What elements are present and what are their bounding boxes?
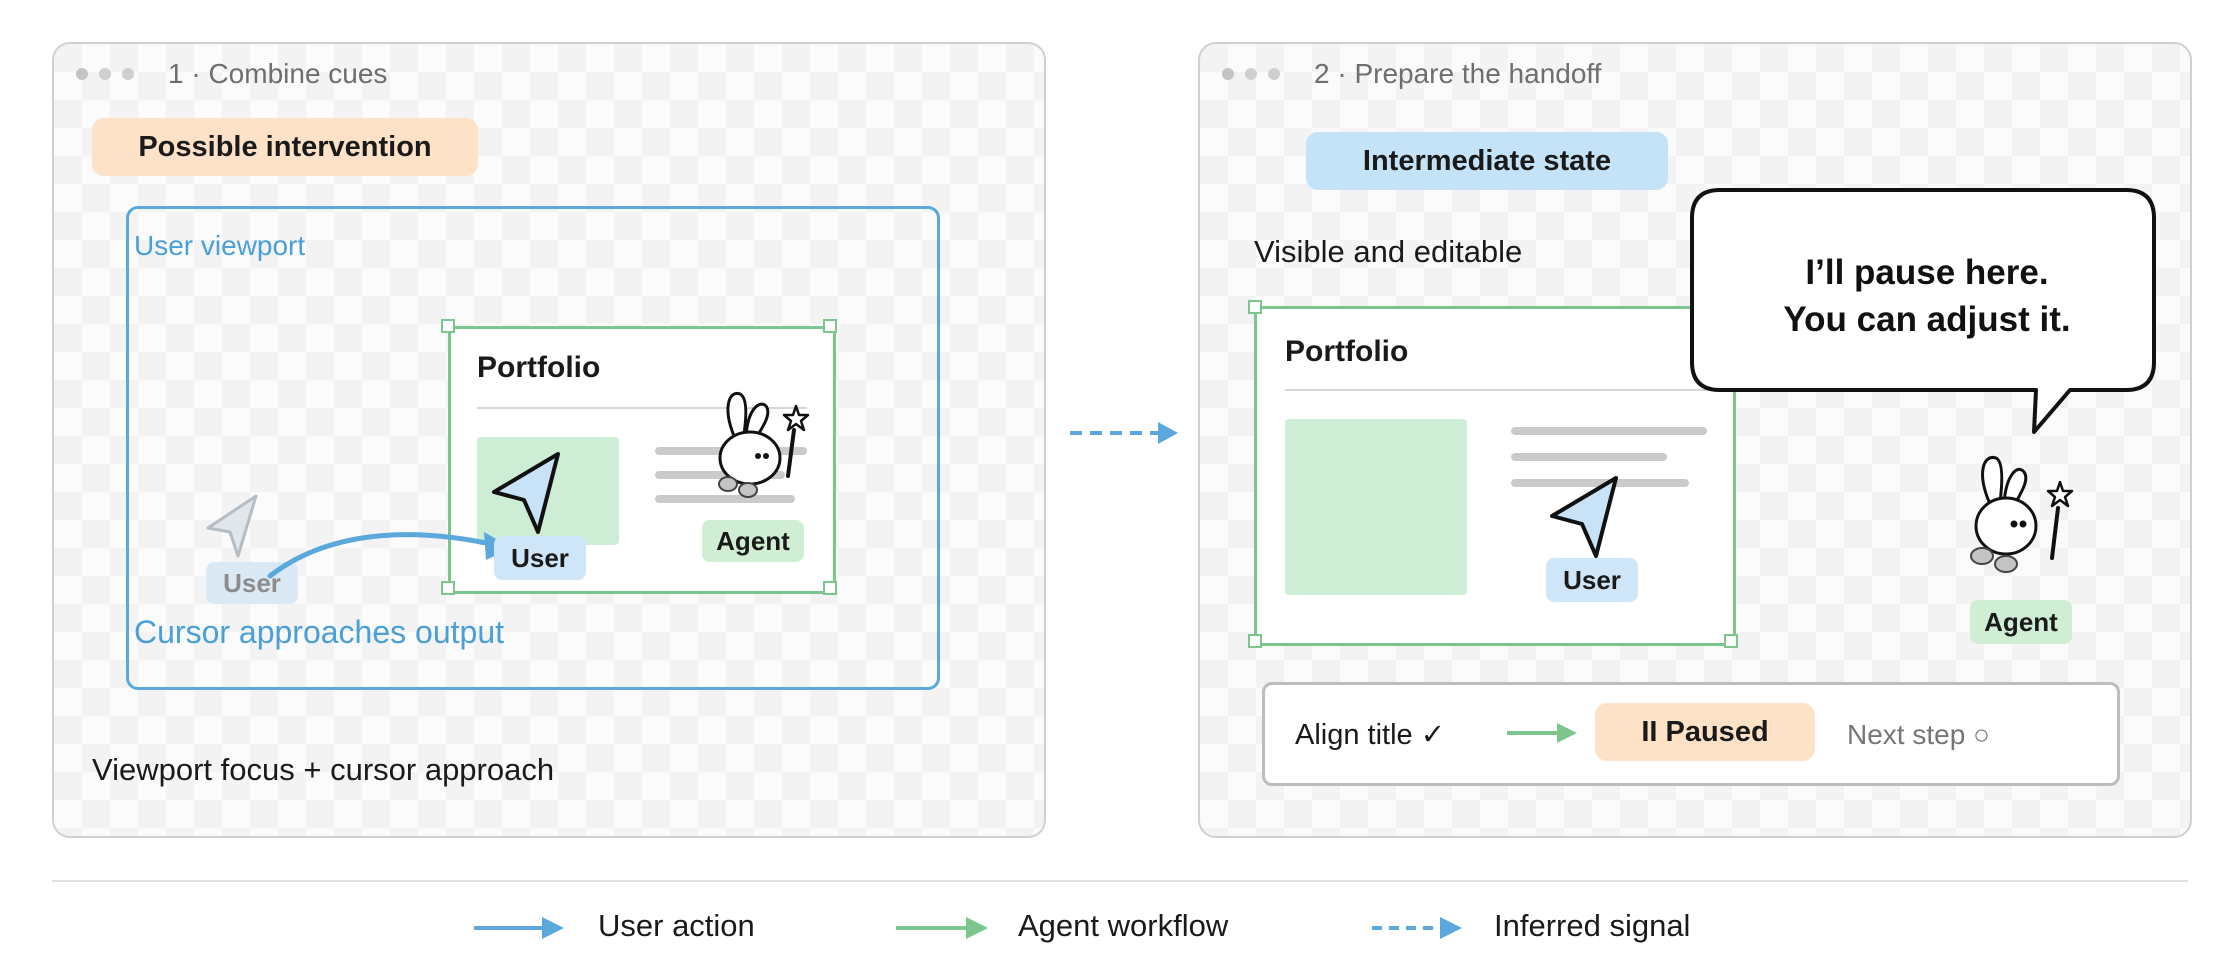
approach-label: Cursor approaches output	[134, 614, 504, 650]
speech-line: I’ll pause here.	[1805, 253, 2049, 292]
resize-handle[interactable]	[1248, 300, 1262, 314]
visible-editable-label: Visible and editable	[1254, 234, 1523, 269]
timeline-arrow	[1507, 723, 1577, 743]
intervention-badge: Possible intervention	[92, 118, 478, 176]
window-dot	[1268, 68, 1280, 80]
user-label: User	[494, 536, 586, 580]
agent-label: Agent	[1970, 600, 2072, 644]
portfolio-card: Portfolio	[1254, 306, 1736, 646]
paused-step-badge[interactable]: II Paused	[1595, 703, 1815, 761]
cursor-icon	[492, 452, 560, 534]
panel-prepare-handoff: 2 · Prepare the handoff Intermediate sta…	[1198, 42, 2192, 838]
user-label: User	[1546, 558, 1638, 602]
legend-agent-workflow: Agent workflow	[1018, 908, 1229, 943]
resize-handle[interactable]	[823, 581, 837, 595]
legend-divider	[52, 880, 2188, 882]
panel-title: 2 · Prepare the handoff	[1314, 58, 1602, 89]
portfolio-text-line	[1511, 427, 1707, 435]
inferred-signal-arrow-icon	[1372, 917, 1462, 939]
agent-workflow-arrow-icon	[896, 917, 988, 939]
timeline-step-done: Align title ✓	[1295, 719, 1446, 751]
window-dot	[76, 68, 88, 80]
intermediate-state-badge: Intermediate state	[1306, 132, 1668, 190]
window-dot	[99, 68, 111, 80]
agent-bunny-icon	[718, 391, 810, 498]
resize-handle[interactable]	[1248, 634, 1262, 648]
portfolio-title: Portfolio	[477, 351, 601, 384]
resize-handle[interactable]	[441, 319, 455, 333]
viewport-label: User viewport	[134, 230, 306, 261]
portfolio-thumbnail	[1285, 419, 1467, 595]
transition-arrow	[1070, 422, 1178, 444]
timeline-step-next: Next step ○	[1847, 719, 1990, 750]
legend-inferred-signal: Inferred signal	[1494, 908, 1691, 943]
portfolio-divider	[1285, 389, 1725, 391]
window-dot	[1222, 68, 1234, 80]
resize-handle[interactable]	[823, 319, 837, 333]
speech-bubble-text: I’ll pause here. You can adjust it.	[1694, 249, 2160, 343]
agent-label: Agent	[702, 520, 804, 562]
agent-bunny-icon	[1970, 455, 2074, 573]
resize-handle[interactable]	[1724, 634, 1738, 648]
speech-line: You can adjust it.	[1783, 300, 2071, 339]
panel-combine-cues: 1 · Combine cues Possible intervention U…	[52, 42, 1046, 838]
window-dot	[122, 68, 134, 80]
portfolio-text-line	[1511, 453, 1667, 461]
panel-caption: Viewport focus + cursor approach	[92, 752, 555, 787]
workflow-timeline: Align title ✓ II Paused Next step ○	[1262, 682, 2120, 786]
faded-cursor-icon	[206, 494, 258, 558]
window-dots	[1222, 68, 1280, 80]
window-dot	[1245, 68, 1257, 80]
cursor-icon	[1550, 476, 1618, 558]
legend-user-action: User action	[598, 908, 755, 943]
window-dots	[76, 68, 134, 80]
user-action-arrow-icon	[474, 917, 564, 939]
portfolio-title: Portfolio	[1285, 335, 1409, 368]
panel-title: 1 · Combine cues	[168, 58, 388, 89]
